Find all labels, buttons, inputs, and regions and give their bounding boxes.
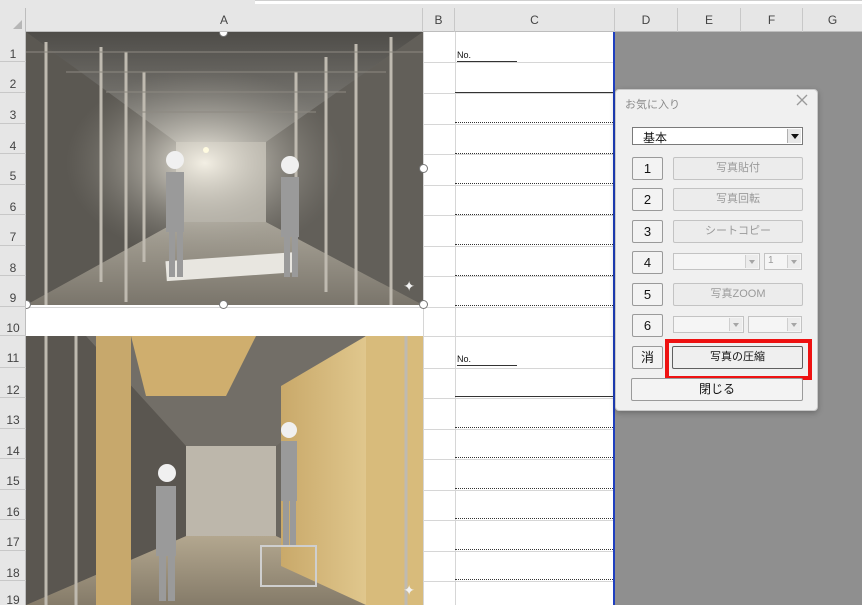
form-dotted-line — [455, 275, 613, 276]
chevron-down-icon[interactable] — [787, 255, 800, 268]
chevron-down-icon[interactable] — [729, 318, 742, 331]
row-header-7[interactable]: 7 — [0, 215, 26, 246]
row-gridline — [26, 307, 615, 308]
column-header-g[interactable]: G — [803, 8, 862, 32]
row-header-8[interactable]: 8 — [0, 246, 26, 276]
form-solid-line — [455, 396, 613, 397]
favorites-select[interactable]: 基本 — [632, 127, 803, 145]
column-header-f[interactable]: F — [741, 8, 803, 32]
row-header-5[interactable]: 5 — [0, 154, 26, 185]
row4-select-2-value: 1 — [768, 255, 774, 266]
column-header-bar: A B C D E F G — [0, 0, 862, 32]
column-header-d[interactable]: D — [615, 8, 678, 32]
row-header-bar: 1 2 3 4 5 6 7 8 9 10 11 12 13 14 15 16 1… — [0, 32, 26, 605]
no-label: No. — [457, 50, 472, 60]
close-icon[interactable] — [795, 93, 809, 107]
select-all-triangle-icon — [13, 20, 22, 29]
form-dotted-line — [455, 457, 613, 458]
drywall-photo-image — [26, 336, 423, 605]
column-header-a[interactable]: A — [26, 8, 423, 32]
resize-handle[interactable] — [419, 164, 428, 173]
column-header-c[interactable]: C — [455, 8, 615, 32]
no-label: No. — [457, 354, 472, 364]
form-dotted-line — [455, 153, 613, 154]
form-dotted-line — [455, 488, 613, 489]
form-dotted-line — [455, 549, 613, 550]
row4-select-1[interactable] — [673, 253, 760, 270]
dialog-title: お気に入り — [625, 99, 680, 111]
steel-frame-photo-image — [26, 32, 423, 305]
row6-select-2[interactable] — [748, 316, 802, 333]
clear-button[interactable]: 消 — [632, 346, 663, 369]
row-header-10[interactable]: 10 — [0, 307, 26, 336]
row-header-13[interactable]: 13 — [0, 398, 26, 429]
form-dotted-line — [455, 579, 613, 580]
row-header-1[interactable]: 1 — [0, 32, 26, 62]
construction-photo-steel-frame[interactable]: ✦ — [26, 32, 423, 305]
photo-zoom-button[interactable]: 写真ZOOM — [673, 283, 803, 306]
row-header-15[interactable]: 15 — [0, 459, 26, 490]
shortcut-button-3[interactable]: 3 — [632, 220, 663, 243]
chevron-down-icon[interactable] — [745, 255, 758, 268]
column-header-b[interactable]: B — [423, 8, 455, 32]
row-header-14[interactable]: 14 — [0, 429, 26, 459]
formula-bar-edge — [255, 0, 862, 4]
form-dotted-line — [455, 183, 613, 184]
form-dotted-line — [455, 244, 613, 245]
favorites-select-value: 基本 — [643, 131, 668, 145]
row-header-18[interactable]: 18 — [0, 551, 26, 581]
row-header-12[interactable]: 12 — [0, 368, 26, 398]
form-dotted-line — [455, 518, 613, 519]
shortcut-button-2[interactable]: 2 — [632, 188, 663, 211]
sparkle-icon: ✦ — [403, 278, 415, 294]
row-header-9[interactable]: 9 — [0, 276, 26, 307]
shortcut-button-6[interactable]: 6 — [632, 314, 663, 337]
favorites-dialog: お気に入り 基本 1 写真貼付 2 写真回転 3 シートコピー 4 1 5 写真… — [615, 89, 818, 411]
chevron-down-icon[interactable] — [787, 318, 800, 331]
row4-select-2[interactable]: 1 — [764, 253, 802, 270]
no-underline — [457, 61, 517, 62]
row-header-19[interactable]: 19 — [0, 581, 26, 605]
rotate-photo-button[interactable]: 写真回転 — [673, 188, 803, 211]
form-dotted-line — [455, 122, 613, 123]
row6-select-1[interactable] — [673, 316, 744, 333]
column-header-e[interactable]: E — [678, 8, 741, 32]
shortcut-button-5[interactable]: 5 — [632, 283, 663, 306]
shortcut-button-1[interactable]: 1 — [632, 157, 663, 180]
close-button[interactable]: 閉じる — [631, 378, 803, 401]
chevron-down-icon[interactable] — [787, 129, 801, 143]
resize-handle[interactable] — [219, 300, 228, 309]
row-header-3[interactable]: 3 — [0, 93, 26, 124]
no-underline — [457, 365, 517, 366]
row-header-11[interactable]: 11 — [0, 336, 26, 368]
row-header-6[interactable]: 6 — [0, 185, 26, 215]
form-solid-line — [455, 92, 613, 93]
row-header-16[interactable]: 16 — [0, 490, 26, 520]
form-dotted-line — [455, 214, 613, 215]
copy-sheet-button[interactable]: シートコピー — [673, 220, 803, 243]
compress-photo-button[interactable]: 写真の圧縮 — [672, 346, 803, 369]
sparkle-icon: ✦ — [403, 582, 415, 598]
select-all-corner[interactable] — [0, 8, 26, 32]
shortcut-button-4[interactable]: 4 — [632, 251, 663, 274]
row-header-17[interactable]: 17 — [0, 520, 26, 551]
form-dotted-line — [455, 427, 613, 428]
construction-photo-drywall[interactable]: ✦ — [26, 336, 423, 605]
form-dotted-line — [455, 305, 613, 306]
row-header-4[interactable]: 4 — [0, 124, 26, 154]
row-header-2[interactable]: 2 — [0, 62, 26, 93]
resize-handle[interactable] — [419, 300, 428, 309]
paste-photo-button[interactable]: 写真貼付 — [673, 157, 803, 180]
